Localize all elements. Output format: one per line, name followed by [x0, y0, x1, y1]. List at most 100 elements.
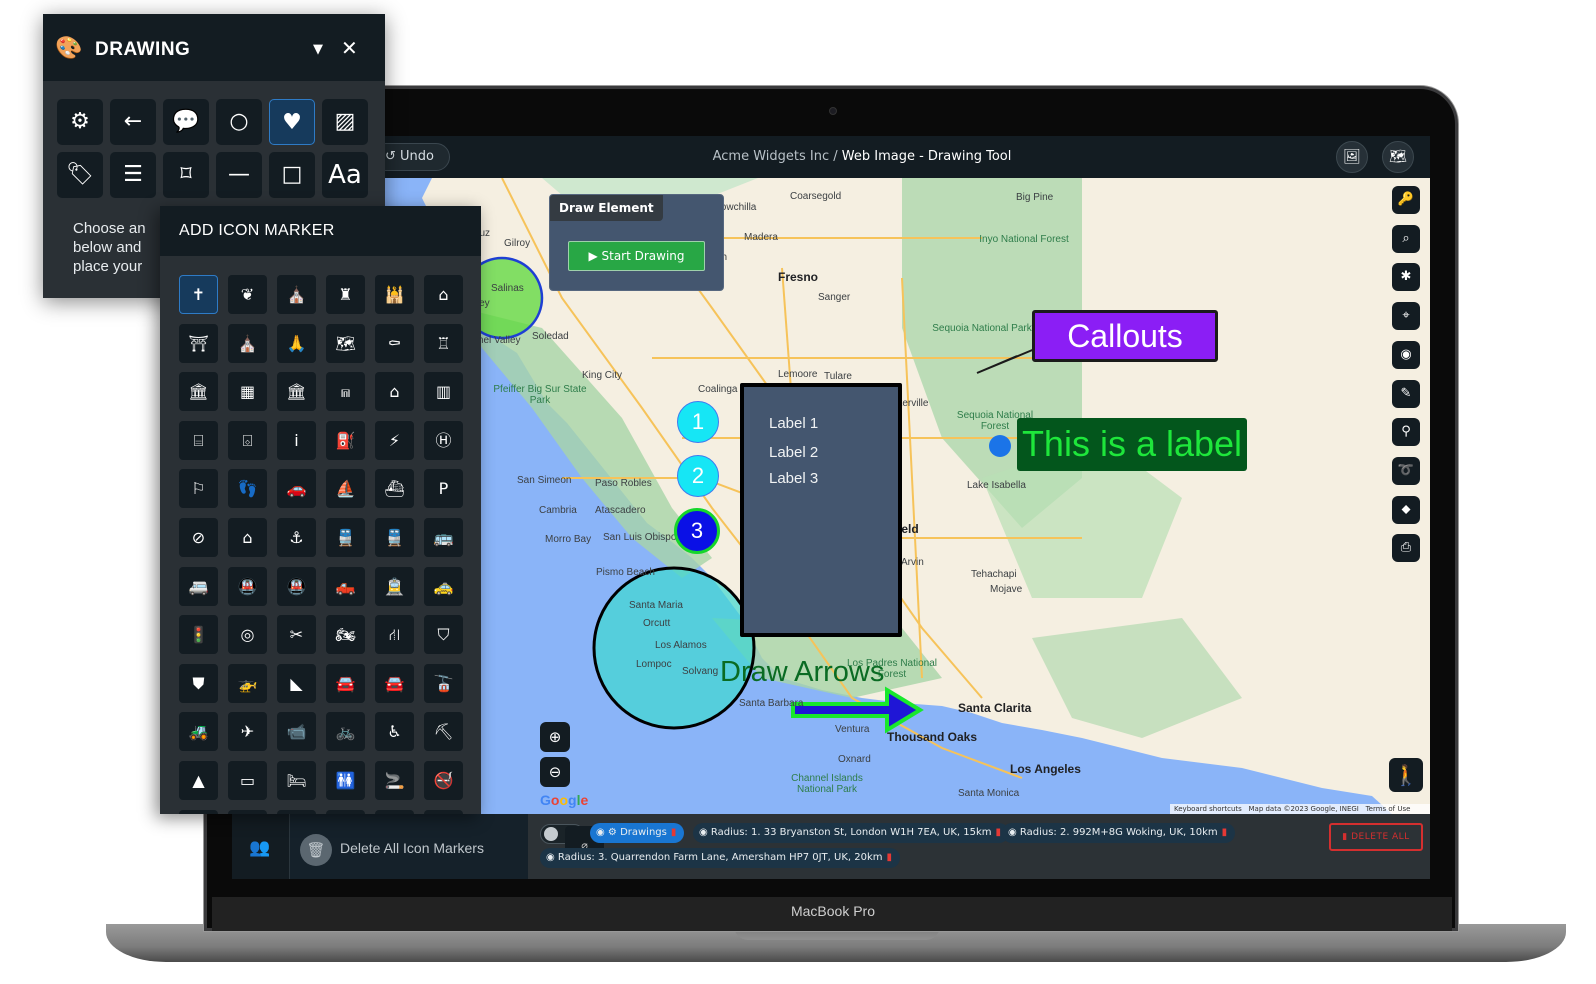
trash-icon[interactable]: ▮ [1222, 827, 1228, 838]
icon-option-museum[interactable]: 🏛 [277, 372, 316, 412]
close-icon[interactable]: ✕ [341, 36, 358, 60]
icon-option-landslide[interactable]: ◣ [277, 663, 316, 703]
icon-option-footprints[interactable]: 👣 [228, 469, 267, 509]
icon-option-restroom[interactable]: 🚻 [326, 760, 365, 800]
icon-option-shield[interactable]: ⛊ [179, 663, 218, 703]
icon-option-tire[interactable]: ◎ [228, 615, 267, 655]
icon-option-cross[interactable]: ✝ [179, 275, 218, 314]
chip-radius-2[interactable]: ◉ Radius: 2. 992M+8G Woking, UK, 10km ▮ [1002, 823, 1236, 843]
icon-option-wheelchair[interactable]: ♿ [375, 712, 414, 752]
icon-option-praying[interactable]: 🙏 [277, 323, 316, 363]
circle-tool-button[interactable]: ○ [216, 99, 262, 145]
image-gallery-button[interactable]: 🖼 [1336, 141, 1368, 173]
icon-option-partial[interactable] [179, 809, 218, 814]
icon-option-map[interactable]: 🗺 [326, 323, 365, 363]
users-settings-icon[interactable]: 👥 [240, 828, 280, 868]
icon-option-charging-station[interactable]: ⚡ [375, 420, 414, 460]
icon-option-hindu-temple[interactable]: ♜ [326, 275, 365, 314]
icon-option-tv[interactable]: ▭ [228, 760, 267, 800]
icon-option-tombstone[interactable]: ⚰ [375, 323, 414, 363]
icon-option-helicopter[interactable]: 🚁 [228, 663, 267, 703]
label-tool-button[interactable]: 🏷 [57, 152, 103, 198]
crosshair-button[interactable]: ⌖ [1392, 302, 1420, 331]
icon-option-train-front[interactable]: 🚆 [375, 517, 414, 557]
icon-option-road[interactable]: ⛙ [375, 615, 414, 655]
settings-tool-button[interactable]: ⚙ [57, 99, 103, 145]
icon-option-archway[interactable]: ⩎ [326, 372, 365, 412]
icon-option-car[interactable]: 🚗 [277, 469, 316, 509]
icon-option-route-shield[interactable]: ⛉ [424, 615, 463, 655]
icon-option-digging[interactable]: ⛏ [424, 712, 463, 752]
street-view-pegman[interactable]: 🚶 [1389, 758, 1423, 792]
icon-option-cable-car[interactable]: 🚡 [424, 663, 463, 703]
icon-option-subway[interactable]: 🚇 [228, 566, 267, 606]
icon-option-bulldozer[interactable]: 🚜 [179, 712, 218, 752]
trash-icon[interactable]: ▮ [671, 827, 677, 838]
key-button[interactable]: 🔑 [1392, 186, 1420, 214]
icon-option-parking[interactable]: P [424, 469, 463, 509]
icon-marker-tool-button[interactable]: ♥ [269, 99, 315, 145]
icon-option-traffic-light[interactable]: 🚦 [179, 615, 218, 655]
icon-option-shop[interactable]: ⌸ [179, 420, 218, 460]
icon-option-warehouse[interactable]: ⌺ [228, 420, 267, 460]
icon-option-info[interactable]: i [277, 420, 316, 460]
polygon-tool-button[interactable]: ⌑ [163, 152, 209, 198]
icon-option-no-parking[interactable]: ⊘ [179, 517, 218, 557]
icon-option-tram[interactable]: 🚊 [375, 566, 414, 606]
icon-option-truck-pickup[interactable]: 🛻 [326, 566, 365, 606]
icon-option-mosque[interactable]: 🕌 [375, 275, 414, 314]
layers-toggle[interactable]: ⌀ [540, 824, 604, 865]
icon-option-tram-tunnel[interactable]: 🚇 [277, 566, 316, 606]
callout-tool-button[interactable]: 💬 [163, 99, 209, 145]
icon-option-partial[interactable] [228, 809, 267, 814]
icon-option-no-smoking[interactable]: 🚭 [424, 760, 463, 800]
numbered-marker-3[interactable]: 3 [674, 508, 720, 554]
bug-button[interactable]: ✱ [1392, 263, 1420, 292]
icon-option-train[interactable]: 🚆 [326, 517, 365, 557]
breadcrumb-org[interactable]: Acme Widgets Inc / [713, 149, 838, 164]
rectangle-tool-button[interactable]: □ [269, 152, 315, 198]
icon-option-garage[interactable]: ⌂ [228, 517, 267, 557]
chip-radius-1[interactable]: ◉ Radius: 1. 33 Bryanston St, London W1H… [693, 823, 1010, 843]
chip-radius-3[interactable]: ◉ Radius: 3. Quarrendon Farm Lane, Amers… [540, 848, 901, 868]
icon-option-plane[interactable]: ✈ [228, 712, 267, 752]
icon-option-church-cross[interactable]: ⛪ [228, 323, 267, 363]
icon-option-motorcycle[interactable]: 🏍 [326, 615, 365, 655]
icon-option-bus[interactable]: 🚌 [424, 517, 463, 557]
trash-icon[interactable]: ▮ [996, 827, 1002, 838]
chip-drawings[interactable]: ◉ ⚙ Drawings ▮ [590, 823, 685, 843]
trash-icon[interactable]: ▮ [887, 852, 893, 863]
icon-option-cctv[interactable]: 📹 [277, 712, 316, 752]
icon-option-van[interactable]: 🚐 [179, 566, 218, 606]
search-button[interactable]: ⌕ [1392, 224, 1420, 253]
icon-option-sailboat[interactable]: ⛵ [326, 469, 365, 509]
label-shape[interactable]: This is a label [1017, 418, 1247, 471]
icon-option-bed[interactable]: 🛏 [277, 760, 316, 800]
text-box-shape[interactable]: Label 1 Label 2 Label 3 [740, 383, 902, 637]
icon-option-partial[interactable] [277, 809, 316, 814]
icon-option-wall[interactable]: ▦ [228, 372, 267, 412]
delete-all-icon-markers-button[interactable]: 🗑 Delete All Icon Markers [289, 814, 529, 879]
numbered-list-tool-button[interactable]: ☰ [110, 152, 156, 198]
image-tool-button[interactable]: ▨ [322, 99, 368, 145]
terms-link[interactable]: Terms of Use [1366, 805, 1411, 813]
lasso-button[interactable]: ➰ [1392, 456, 1420, 485]
keyboard-shortcuts-link[interactable]: Keyboard shortcuts [1174, 805, 1242, 813]
arrow-tool-button[interactable]: ← [110, 99, 156, 145]
icon-option-building[interactable]: ▥ [424, 372, 463, 412]
icon-option-church[interactable]: ⛪ [277, 275, 316, 314]
icon-option-taxi[interactable]: 🚕 [424, 566, 463, 606]
icon-option-car-lift[interactable]: 🚘 [375, 663, 414, 703]
zoom-in-button[interactable]: ⊕ [540, 722, 570, 752]
location-dot[interactable] [989, 435, 1011, 457]
map-pin-button[interactable]: ⬥ [1392, 495, 1420, 524]
icon-option-ferry[interactable]: ⛴ [375, 469, 414, 509]
add-map-button[interactable]: 🗺 [1382, 141, 1414, 173]
map-canvas[interactable]: Santa CruzGilroyLos BanosChowchillaCoars… [382, 178, 1430, 814]
callout-shape[interactable]: Callouts [1032, 310, 1218, 362]
icon-option-partial[interactable] [424, 809, 463, 814]
icon-option-partial[interactable] [375, 809, 414, 814]
icon-option-bicycle[interactable]: 🚲 [326, 712, 365, 752]
icon-option-car-wash[interactable]: 🚘 [326, 663, 365, 703]
icon-option-tools[interactable]: ✂ [277, 615, 316, 655]
